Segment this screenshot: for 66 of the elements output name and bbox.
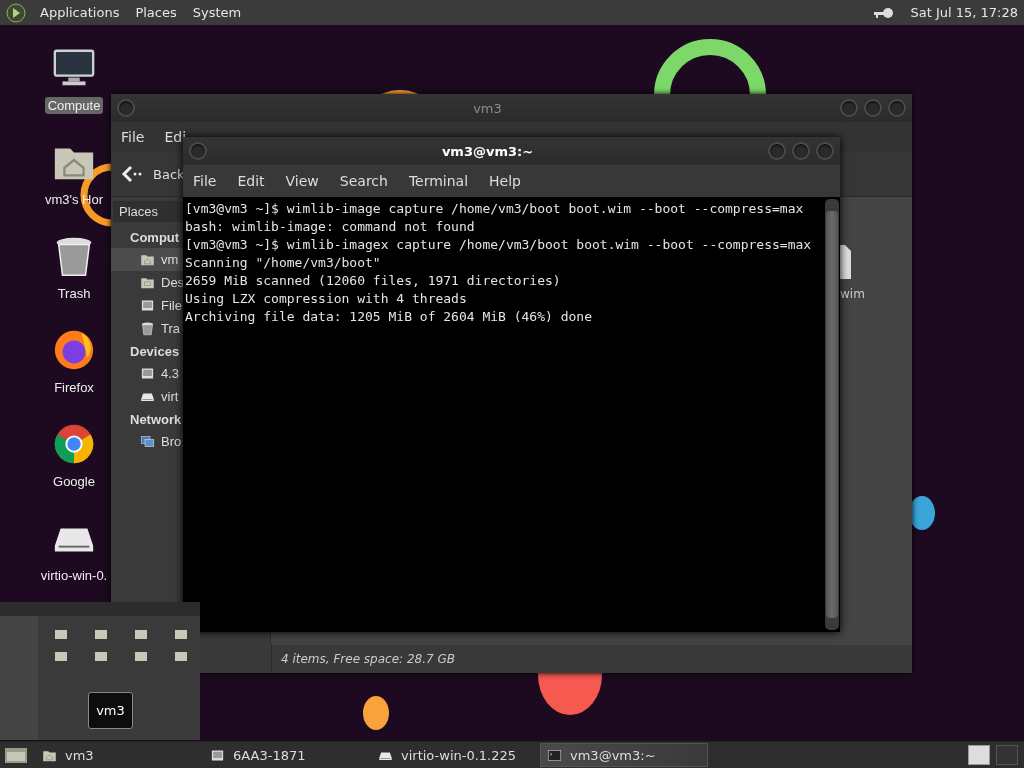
- desktop-icon-label[interactable]: Firefox: [51, 379, 97, 396]
- status-text: 4 items, Free space: 28.7 GB: [280, 652, 455, 666]
- close-button[interactable]: [888, 99, 906, 117]
- trash-icon: [140, 321, 155, 336]
- sidebar-item[interactable]: Bro: [111, 430, 183, 453]
- terminal-line: Archiving file data: 1205 MiB of 2604 MiB (46%) done: [185, 308, 593, 326]
- sidebar-item[interactable]: virt: [111, 385, 183, 408]
- sidebar-item[interactable]: vm: [111, 248, 183, 271]
- sidebar-item[interactable]: Tra: [111, 317, 183, 340]
- panel-menu[interactable]: Applications: [38, 5, 122, 20]
- play-logo-icon[interactable]: [6, 2, 26, 23]
- terminal-icon: [547, 747, 562, 763]
- desktop-icon-label[interactable]: Trash: [54, 285, 94, 302]
- desktop-icon-label[interactable]: Compute: [44, 97, 104, 114]
- close-button[interactable]: [816, 142, 834, 160]
- terminal-line: bash: wimlib-image: command not found: [185, 218, 476, 236]
- back-button[interactable]: Back: [121, 165, 185, 183]
- network-icon: [140, 434, 155, 449]
- scrollbar[interactable]: [825, 199, 839, 630]
- back-arrow-icon: [121, 165, 143, 183]
- wallpaper-bubble: [909, 496, 935, 530]
- preview-label: vm3: [88, 692, 133, 729]
- window-title: vm3@vm3:~: [440, 143, 535, 159]
- minimize-button[interactable]: [840, 99, 858, 117]
- terminal-line: Using LZX compression with 4 threads: [185, 290, 468, 308]
- workspace-button[interactable]: [996, 745, 1018, 765]
- panel-menu[interactable]: Places: [133, 5, 179, 20]
- terminal-line: Scanning "/home/vm3/boot": [185, 254, 382, 272]
- menu-item[interactable]: Help: [489, 173, 521, 189]
- menu-item[interactable]: File: [121, 129, 145, 145]
- maximize-button[interactable]: [792, 142, 810, 160]
- minimize-button[interactable]: [768, 142, 786, 160]
- sidebar-heading: Comput: [129, 229, 180, 247]
- home-folder-icon: [140, 252, 155, 267]
- menu-item[interactable]: View: [285, 173, 319, 189]
- menu-item[interactable]: Terminal: [408, 173, 469, 189]
- terminal-line: 2659 MiB scanned (12060 files, 1971 directories): [185, 272, 562, 290]
- clock[interactable]: Sat Jul 15, 17:28: [910, 5, 1018, 20]
- workspace-button[interactable]: [968, 745, 990, 765]
- sidebar-heading: Devices: [129, 343, 180, 361]
- window-menu-button[interactable]: [189, 142, 207, 160]
- taskbar-button[interactable]: virtio-win-0.1.225: [372, 743, 540, 767]
- panel-menu[interactable]: System: [190, 5, 244, 20]
- sidebar-item[interactable]: Des: [111, 271, 183, 294]
- terminal-line: [vm3@vm3 ~]$ wimlib-image capture /home/vm3/boot boot.wim --boot --compress=max: [185, 200, 805, 218]
- file-label[interactable]: wim: [840, 287, 865, 301]
- desktop-icon-label[interactable]: Google: [50, 473, 98, 490]
- taskbar-button[interactable]: vm3: [36, 743, 204, 767]
- window-menu-button[interactable]: [117, 99, 135, 117]
- sidebar-item[interactable]: 4.3: [111, 362, 183, 385]
- show-desktop-icon[interactable]: [4, 745, 28, 765]
- window-title: vm3: [472, 100, 503, 116]
- sidebar-heading: Network: [129, 411, 182, 429]
- maximize-button[interactable]: [864, 99, 882, 117]
- window-preview[interactable]: vm3: [0, 602, 200, 740]
- wallpaper-bubble: [363, 696, 389, 730]
- sidebar-item[interactable]: File: [111, 294, 183, 317]
- terminal-line: [vm3@vm3 ~]$ wimlib-imagex capture /home/vm3/boot boot.wim --boot --compress=max: [185, 236, 813, 254]
- taskbar-button[interactable]: 6AA3-1871: [204, 743, 372, 767]
- places-dropdown[interactable]: Places: [113, 201, 183, 222]
- menu-item[interactable]: File: [193, 173, 217, 189]
- menu-item[interactable]: Search: [339, 173, 388, 189]
- desktop-icon-label[interactable]: virtio-win-0.: [37, 567, 111, 584]
- taskbar-button[interactable]: vm3@vm3:~: [540, 743, 708, 767]
- desktop-folder-icon: [140, 275, 155, 290]
- menu-item[interactable]: Edit: [237, 173, 265, 189]
